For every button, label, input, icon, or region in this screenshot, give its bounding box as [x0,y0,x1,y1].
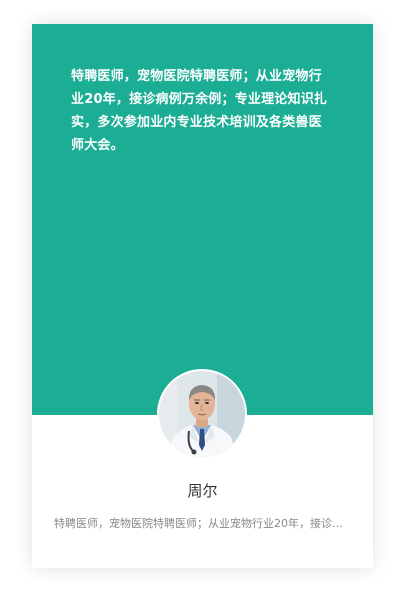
doctor-avatar[interactable] [157,369,247,459]
doctor-summary: 特聘医师，宠物医院特聘医师；从业宠物行业20年，接诊病例万余例；专业理论知识扎实… [54,517,352,530]
doctor-name: 周尔 [187,482,218,500]
doctor-portrait-icon [159,371,245,457]
doctor-card-header: 特聘医师，宠物医院特聘医师；从业宠物行业20年，接诊病例万余例；专业理论知识扎实… [32,24,373,415]
doctor-card[interactable]: 特聘医师，宠物医院特聘医师；从业宠物行业20年，接诊病例万余例；专业理论知识扎实… [32,24,373,568]
doctor-bio: 特聘医师，宠物医院特聘医师；从业宠物行业20年，接诊病例万余例；专业理论知识扎实… [71,69,328,153]
